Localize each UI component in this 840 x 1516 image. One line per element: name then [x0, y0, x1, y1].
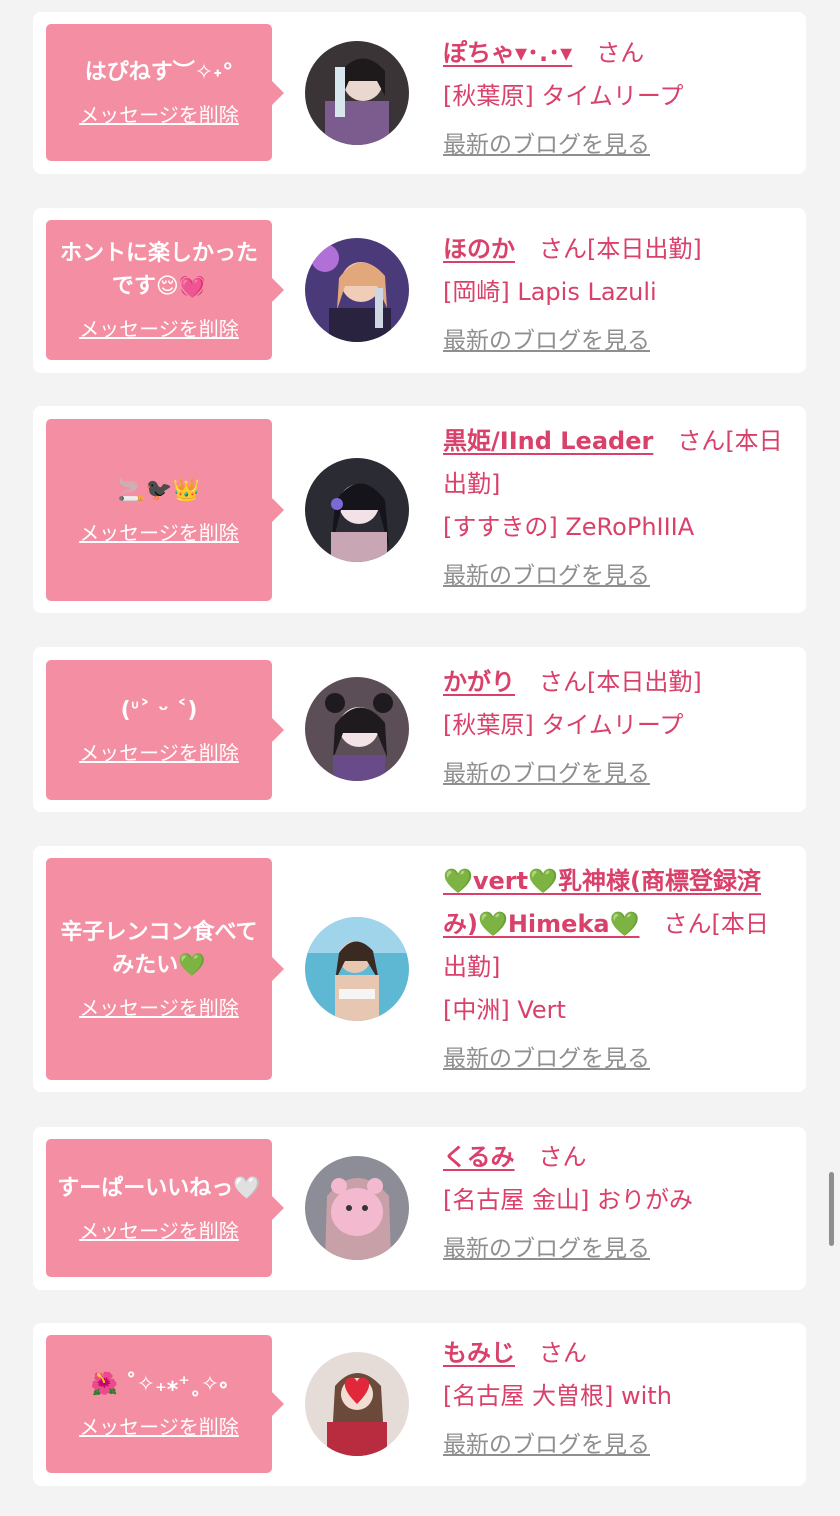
message-text: 🌺 ˚✧₊⁎⁺˳✧༚: [90, 1371, 228, 1397]
list-item: はぴねす︶✧˖° メッセージを削除 ぽちゃ▾･.･▾ さん [秋葉原] タイムリー…: [33, 12, 806, 174]
cast-name-link[interactable]: 黒姫/IInd Leader: [443, 427, 653, 455]
honorific: さん: [539, 1339, 587, 1367]
avatar[interactable]: [305, 458, 409, 562]
latest-blog-link[interactable]: 最新のブログを見る: [443, 561, 650, 591]
honorific: さん: [677, 427, 726, 455]
message-bubble: ホントに楽しかったです😌💓 メッセージを削除: [46, 220, 284, 360]
cast-info: 黒姫/IInd Leader さん[本日出勤] [すすきの] ZeRoPhIIIA…: [443, 420, 790, 597]
delete-message-link[interactable]: メッセージを削除: [79, 1217, 239, 1245]
shop-label: [中洲] Vert: [443, 996, 566, 1024]
honorific: さん: [539, 668, 587, 696]
honorific: さん: [538, 1143, 587, 1171]
message-text: 辛子レンコン食べてみたい💚: [60, 920, 258, 978]
shop-label: [秋葉原] タイムリープ: [443, 711, 684, 739]
delete-message-link[interactable]: メッセージを削除: [79, 1413, 239, 1441]
shop-label: [すすきの] ZeRoPhIIIA: [443, 513, 695, 541]
latest-blog-link[interactable]: 最新のブログを見る: [443, 759, 650, 789]
latest-blog-link[interactable]: 最新のブログを見る: [443, 1044, 650, 1074]
message-bubble: 辛子レンコン食べてみたい💚 メッセージを削除: [46, 858, 284, 1080]
cast-info: かがり さん[本日出勤] [秋葉原] タイムリープ 最新のブログを見る: [443, 661, 790, 795]
shop-label: [岡崎] Lapis Lazuli: [443, 278, 657, 306]
status-label: [本日出勤]: [587, 235, 702, 263]
shop-label: [秋葉原] タイムリープ: [443, 82, 684, 110]
latest-blog-link[interactable]: 最新のブログを見る: [443, 1430, 650, 1460]
latest-blog-link[interactable]: 最新のブログを見る: [443, 1234, 650, 1264]
message-bubble: すーぱーいいねっ🤍 メッセージを削除: [46, 1139, 284, 1277]
delete-message-link[interactable]: メッセージを削除: [79, 739, 239, 767]
latest-blog-link[interactable]: 最新のブログを見る: [443, 130, 650, 160]
avatar[interactable]: [305, 677, 409, 781]
cast-info: ほのか さん[本日出勤] [岡崎] Lapis Lazuli 最新のブログを見る: [443, 228, 790, 362]
message-text: はぴねす︶✧˖°: [84, 60, 234, 85]
list-item: 🌺 ˚✧₊⁎⁺˳✧༚ メッセージを削除 もみじ さん [名古屋 大曽根] with…: [33, 1323, 806, 1486]
honorific: さん: [596, 39, 645, 67]
cast-name-link[interactable]: ぽちゃ▾･.･▾: [443, 39, 572, 67]
message-bubble: (ᐡ˃ ᵕ ˂) メッセージを削除: [46, 660, 284, 800]
avatar[interactable]: [305, 917, 409, 1021]
list-item: ホントに楽しかったです😌💓 メッセージを削除 ほのか さん[本日出勤] [岡崎] …: [33, 208, 806, 373]
message-bubble: 🌺 ˚✧₊⁎⁺˳✧༚ メッセージを削除: [46, 1335, 284, 1473]
list-item: 辛子レンコン食べてみたい💚 メッセージを削除 💚vert💚乳神様(商標登録済み)…: [33, 846, 806, 1092]
avatar[interactable]: [305, 1156, 409, 1260]
delete-message-link[interactable]: メッセージを削除: [79, 519, 239, 547]
shop-label: [名古屋 大曽根] with: [443, 1382, 672, 1410]
latest-blog-link[interactable]: 最新のブログを見る: [443, 326, 650, 356]
cast-name-link[interactable]: もみじ: [443, 1339, 515, 1367]
delete-message-link[interactable]: メッセージを削除: [79, 101, 239, 129]
message-text: すーぱーいいねっ🤍: [57, 1175, 261, 1201]
scrollbar[interactable]: [829, 1172, 834, 1246]
message-bubble: 🚬🐦‍⬛👑 メッセージを削除: [46, 419, 284, 601]
cast-info: ぽちゃ▾･.･▾ さん [秋葉原] タイムリープ 最新のブログを見る: [443, 32, 790, 166]
message-text: ホントに楽しかったです😌💓: [59, 241, 258, 299]
delete-message-link[interactable]: メッセージを削除: [79, 994, 239, 1022]
list-item: すーぱーいいねっ🤍 メッセージを削除 くるみ さん [名古屋 金山] おりがみ 最…: [33, 1127, 806, 1290]
delete-message-link[interactable]: メッセージを削除: [79, 315, 239, 343]
honorific: さん: [663, 910, 712, 938]
cast-info: くるみ さん [名古屋 金山] おりがみ 最新のブログを見る: [443, 1136, 790, 1270]
list-item: (ᐡ˃ ᵕ ˂) メッセージを削除 かがり さん[本日出勤] [秋葉原] タイムリ…: [33, 647, 806, 812]
message-text: 🚬🐦‍⬛👑: [117, 477, 201, 503]
cast-name-link[interactable]: かがり: [443, 668, 515, 696]
cast-info: 💚vert💚乳神様(商標登録済み)💚Himeka💚 さん[本日出勤] [中洲] V…: [443, 860, 790, 1080]
message-text: (ᐡ˃ ᵕ ˂): [120, 697, 198, 723]
cast-name-link[interactable]: くるみ: [443, 1143, 515, 1171]
avatar[interactable]: [305, 1352, 409, 1456]
cast-name-link[interactable]: ほのか: [443, 235, 515, 263]
avatar[interactable]: [305, 41, 409, 145]
status-label: [本日出勤]: [587, 668, 702, 696]
list-item: 🚬🐦‍⬛👑 メッセージを削除 黒姫/IInd Leader さん[本日出勤] [す…: [33, 406, 806, 613]
cast-info: もみじ さん [名古屋 大曽根] with 最新のブログを見る: [443, 1332, 790, 1466]
honorific: さん: [539, 235, 587, 263]
avatar[interactable]: [305, 238, 409, 342]
message-bubble: はぴねす︶✧˖° メッセージを削除: [46, 24, 284, 161]
shop-label: [名古屋 金山] おりがみ: [443, 1186, 693, 1214]
